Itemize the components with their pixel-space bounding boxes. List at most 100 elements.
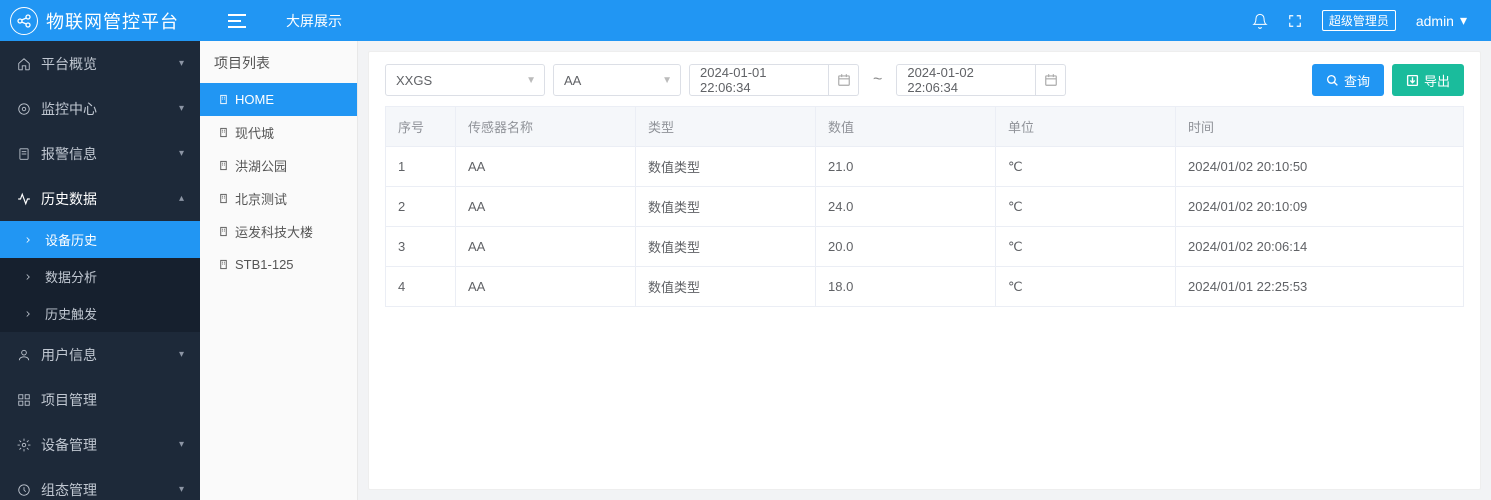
- config-icon: [16, 483, 31, 497]
- alarm-icon: [16, 147, 31, 161]
- project-item[interactable]: STB1-125: [200, 248, 357, 281]
- project-label: STB1-125: [235, 257, 294, 272]
- project-panel-title: 项目列表: [200, 41, 357, 83]
- table-row[interactable]: 3AA数值类型20.0℃2024/01/02 20:06:14: [386, 227, 1464, 267]
- nav-label: 设备管理: [41, 435, 97, 455]
- building-icon: [218, 127, 229, 138]
- nav-sub-label: 数据分析: [45, 267, 97, 286]
- date-to-picker-icon[interactable]: [1036, 64, 1066, 96]
- nav-home[interactable]: 平台概览 ▾: [0, 41, 200, 86]
- cell-type: 数值类型: [636, 147, 816, 187]
- nav-label: 用户信息: [41, 345, 97, 365]
- nav-alarm[interactable]: 报警信息 ▾: [0, 131, 200, 176]
- nav-label: 平台概览: [41, 54, 97, 74]
- col-header: 传感器名称: [456, 107, 636, 147]
- table-row[interactable]: 4AA数值类型18.0℃2024/01/01 22:25:53: [386, 267, 1464, 307]
- cell-value: 18.0: [816, 267, 996, 307]
- brand-logo-icon: [10, 7, 38, 35]
- caret-down-icon: ▾: [179, 484, 184, 495]
- project-label: 现代城: [235, 123, 274, 142]
- project-label: HOME: [235, 92, 274, 107]
- filter-bar: XXGS ▼ AA ▼ 2024-01-01 22:06:34 ~ 2024-01-…: [385, 64, 1464, 96]
- menu-toggle-icon[interactable]: [228, 14, 246, 28]
- caret-down-icon: ▾: [179, 58, 184, 69]
- nav-sub-label: 历史触发: [45, 304, 97, 323]
- building-icon: [218, 193, 229, 204]
- device-icon: [16, 438, 31, 452]
- cell-value: 20.0: [816, 227, 996, 267]
- history-icon: [16, 192, 31, 206]
- nav-sub-设备历史[interactable]: 设备历史: [0, 221, 200, 258]
- caret-up-icon: ▴: [179, 193, 184, 204]
- nav-history[interactable]: 历史数据▴: [0, 176, 200, 221]
- nav-sub-label: 设备历史: [45, 230, 97, 249]
- table-row[interactable]: 1AA数值类型21.0℃2024/01/02 20:10:50: [386, 147, 1464, 187]
- building-icon: [218, 226, 229, 237]
- monitor-icon: [16, 102, 31, 116]
- sensor-select[interactable]: AA ▼: [553, 64, 681, 96]
- top-header: 物联网管控平台 大屏展示 超级管理员 admin ▾: [0, 0, 1491, 41]
- cell-idx: 2: [386, 187, 456, 227]
- date-from-group: 2024-01-01 22:06:34: [689, 64, 859, 96]
- caret-down-icon: ▾: [179, 148, 184, 159]
- search-icon: [1326, 74, 1339, 87]
- col-header: 序号: [386, 107, 456, 147]
- caret-down-icon: ▾: [179, 439, 184, 450]
- project-item[interactable]: 北京测试: [200, 182, 357, 215]
- cell-idx: 3: [386, 227, 456, 267]
- caret-down-icon: ▾: [1460, 12, 1467, 29]
- project-select[interactable]: XXGS ▼: [385, 64, 545, 96]
- project-item[interactable]: HOME: [200, 83, 357, 116]
- home-icon: [16, 57, 31, 71]
- date-from-picker-icon[interactable]: [829, 64, 859, 96]
- building-icon: [218, 259, 229, 270]
- chevron-right-icon: [20, 272, 35, 282]
- project-panel: 项目列表 HOME 现代城洪湖公园北京测试运发科技大楼 STB1-125: [200, 41, 358, 500]
- cell-time: 2024/01/02 20:06:14: [1176, 227, 1464, 267]
- cell-name: AA: [456, 147, 636, 187]
- nav-sub-历史触发[interactable]: 历史触发: [0, 295, 200, 332]
- cell-unit: ℃: [996, 227, 1176, 267]
- export-icon: [1406, 74, 1419, 87]
- nav-monitor[interactable]: 监控中心▾: [0, 86, 200, 131]
- nav-label: 组态管理: [41, 480, 97, 500]
- cell-name: AA: [456, 187, 636, 227]
- sidebar: 平台概览▾监控中心▾报警信息▾历史数据▴设备历史数据分析历史触发用户信息▾项目管…: [0, 41, 200, 500]
- project-label: 运发科技大楼: [235, 222, 313, 241]
- cell-name: AA: [456, 227, 636, 267]
- cell-idx: 1: [386, 147, 456, 187]
- caret-down-icon: ▼: [526, 75, 536, 86]
- fullscreen-icon[interactable]: [1288, 14, 1302, 28]
- cell-name: AA: [456, 267, 636, 307]
- nav-device[interactable]: 设备管理 ▾: [0, 422, 200, 467]
- query-button[interactable]: 查询: [1312, 64, 1384, 96]
- nav-sub-数据分析[interactable]: 数据分析: [0, 258, 200, 295]
- project-label: 洪湖公园: [235, 156, 287, 175]
- cell-type: 数值类型: [636, 227, 816, 267]
- project-item[interactable]: 洪湖公园: [200, 149, 357, 182]
- nav-config[interactable]: 组态管理 ▾: [0, 467, 200, 500]
- nav-project[interactable]: 项目管理: [0, 377, 200, 422]
- table-row[interactable]: 2AA数值类型24.0℃2024/01/02 20:10:09: [386, 187, 1464, 227]
- date-range-separator: ~: [867, 71, 888, 89]
- cell-unit: ℃: [996, 187, 1176, 227]
- select1-value: XXGS: [396, 73, 432, 88]
- cell-type: 数值类型: [636, 187, 816, 227]
- bigscreen-link[interactable]: 大屏展示: [286, 11, 342, 31]
- project-item[interactable]: 运发科技大楼: [200, 215, 357, 248]
- nav-label: 报警信息: [41, 144, 97, 164]
- chevron-right-icon: [20, 235, 35, 245]
- select2-value: AA: [564, 73, 581, 88]
- date-to-input[interactable]: 2024-01-02 22:06:34: [896, 64, 1036, 96]
- nav-user[interactable]: 用户信息▾: [0, 332, 200, 377]
- bell-icon[interactable]: [1252, 13, 1268, 29]
- caret-down-icon: ▼: [662, 75, 672, 86]
- project-icon: [16, 393, 31, 407]
- export-button[interactable]: 导出: [1392, 64, 1464, 96]
- cell-idx: 4: [386, 267, 456, 307]
- cell-value: 24.0: [816, 187, 996, 227]
- cell-value: 21.0: [816, 147, 996, 187]
- user-dropdown[interactable]: admin ▾: [1416, 12, 1467, 29]
- project-item[interactable]: 现代城: [200, 116, 357, 149]
- date-from-input[interactable]: 2024-01-01 22:06:34: [689, 64, 829, 96]
